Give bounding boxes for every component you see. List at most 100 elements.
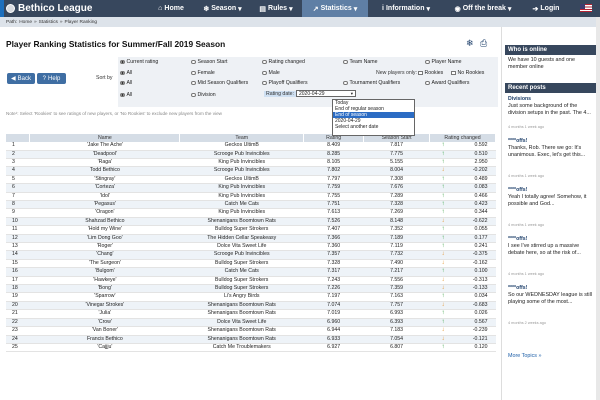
sort-player-name[interactable]: Player Name bbox=[425, 59, 461, 65]
back-button[interactable]: ◀ Back bbox=[7, 73, 35, 84]
team-cell[interactable]: Bulldog Super Strokers bbox=[179, 225, 304, 235]
player-name-cell[interactable]: 'Crow' bbox=[29, 318, 180, 328]
radio[interactable] bbox=[262, 80, 267, 86]
team-cell[interactable]: Shenanigans Boomtown Rats bbox=[179, 335, 304, 344]
player-name-cell[interactable]: 'Oragon' bbox=[29, 208, 180, 218]
player-name-cell[interactable]: Todd Bethico bbox=[29, 166, 180, 176]
player-name-cell[interactable]: 'Hold my Wine' bbox=[29, 225, 180, 235]
qualifier-playoff[interactable]: Playoff Qualifiers bbox=[262, 80, 308, 86]
player-name-cell[interactable]: 'The Surgeon' bbox=[29, 259, 180, 269]
nav-home[interactable]: ⌂ Home bbox=[150, 0, 192, 17]
team-cell[interactable]: Scrooge Pub Invincibles bbox=[179, 166, 304, 176]
player-name-cell[interactable]: 'Bong' bbox=[29, 284, 180, 294]
qualifier-tournament[interactable]: Tournament Qualifiers bbox=[343, 80, 400, 86]
post-title[interactable]: Divisions bbox=[508, 96, 531, 102]
radio[interactable] bbox=[262, 59, 267, 65]
team-cell[interactable]: Geckos UltimB bbox=[179, 175, 304, 185]
nav-off-the-break[interactable]: ◉ Off the break ▾ bbox=[444, 0, 522, 17]
sort-rating-changed[interactable]: Rating changed bbox=[262, 59, 305, 65]
player-name-cell[interactable]: 'Hawkeye' bbox=[29, 276, 180, 286]
checkbox[interactable] bbox=[418, 70, 423, 76]
nav-information[interactable]: i Information ▾ bbox=[370, 0, 442, 17]
team-cell[interactable]: Shenanigans Boomtown Rats bbox=[179, 217, 304, 227]
team-cell[interactable]: Shenanigans Boomtown Rats bbox=[179, 301, 304, 311]
team-cell[interactable]: Li's Angry Birds bbox=[179, 292, 304, 302]
team-cell[interactable]: Scrooge Pub Invincibles bbox=[179, 150, 304, 160]
rating-date-select[interactable]: 2020-04-29 ▾ bbox=[296, 90, 356, 97]
post-title[interactable]: ****offs! bbox=[508, 285, 527, 291]
player-name-cell[interactable]: 'Van Boner' bbox=[29, 326, 180, 336]
breadcrumb-statistics[interactable]: Statistics bbox=[39, 20, 58, 25]
qualifier-mid-season[interactable]: Mid Season Qualifiers bbox=[191, 80, 248, 86]
team-cell[interactable]: King Pub Invincibles bbox=[179, 208, 304, 218]
qualifier-award[interactable]: Award Qualifiers bbox=[425, 80, 469, 86]
help-button[interactable]: ? Help bbox=[37, 73, 66, 84]
player-name-cell[interactable]: 'Lim Dong Goo' bbox=[29, 234, 180, 244]
radio-selected[interactable] bbox=[120, 59, 125, 65]
player-name-cell[interactable]: 'Pegasus' bbox=[29, 200, 180, 210]
radio-selected[interactable] bbox=[120, 70, 125, 76]
team-cell[interactable]: King Pub Invincibles bbox=[179, 158, 304, 168]
radio[interactable] bbox=[343, 80, 348, 86]
team-cell[interactable]: Shenanigans Boomtown Rats bbox=[179, 326, 304, 336]
checkbox[interactable] bbox=[451, 70, 456, 76]
radio[interactable] bbox=[262, 70, 267, 76]
player-name-cell[interactable]: 'Idol' bbox=[29, 192, 180, 202]
radio[interactable] bbox=[425, 59, 430, 65]
sort-team-name[interactable]: Team Name bbox=[343, 59, 377, 65]
breadcrumb-home[interactable]: Home bbox=[19, 20, 32, 25]
team-cell[interactable]: Scrooge Pub Invincibles bbox=[179, 250, 304, 260]
rookies-checkbox[interactable]: Rookies bbox=[418, 70, 443, 76]
radio[interactable] bbox=[191, 92, 196, 98]
player-name-cell[interactable]: 'Stingray' bbox=[29, 175, 180, 185]
date-option[interactable]: Select another date bbox=[333, 124, 414, 130]
more-topics-link[interactable]: More Topics » bbox=[508, 353, 541, 359]
header-team[interactable]: Team bbox=[179, 134, 305, 142]
team-cell[interactable]: Catch Me Cats bbox=[179, 200, 304, 210]
header-name[interactable]: Name bbox=[29, 134, 181, 142]
player-name-cell[interactable]: 'Roger' bbox=[29, 242, 180, 252]
team-cell[interactable]: Bulldog Super Strokers bbox=[179, 276, 304, 286]
player-name-cell[interactable]: 'Julia' bbox=[29, 309, 180, 319]
player-name-cell[interactable]: 'Cajjju' bbox=[29, 343, 180, 353]
nav-statistics[interactable]: ↗ Statistics ▾ bbox=[302, 0, 368, 17]
team-cell[interactable]: Catch Me Cats bbox=[179, 267, 304, 277]
radio[interactable] bbox=[343, 59, 348, 65]
team-cell[interactable]: King Pub Invincibles bbox=[179, 183, 304, 193]
nav-rules[interactable]: ▤ Rules ▾ bbox=[252, 0, 300, 17]
player-name-cell[interactable]: 'Deadpool' bbox=[29, 150, 180, 160]
player-name-cell[interactable]: 'Raga' bbox=[29, 158, 180, 168]
team-cell[interactable]: Bulldog Super Strokers bbox=[179, 259, 304, 269]
team-cell[interactable]: Catch Me Troublemakers bbox=[179, 343, 304, 353]
post-title[interactable]: ****offs! bbox=[508, 187, 527, 193]
player-name-cell[interactable]: Francis Bethico bbox=[29, 335, 180, 344]
nav-login[interactable]: ➔ Login bbox=[526, 0, 566, 17]
radio[interactable] bbox=[191, 70, 196, 76]
team-cell[interactable]: Geckos UltimB bbox=[179, 142, 304, 151]
post-title[interactable]: ****offs! bbox=[508, 236, 527, 242]
radio-selected[interactable] bbox=[120, 92, 125, 98]
radio[interactable] bbox=[191, 59, 196, 65]
division-all[interactable]: All bbox=[120, 92, 132, 98]
team-cell[interactable]: Dolce Vita Sweet Life bbox=[179, 242, 304, 252]
team-cell[interactable]: King Pub Invincibles bbox=[179, 192, 304, 202]
gender-male[interactable]: Male bbox=[262, 70, 280, 76]
sort-current-rating[interactable]: Current rating bbox=[120, 59, 158, 65]
nav-season[interactable]: ❄ Season ▾ bbox=[195, 0, 250, 17]
print-icon[interactable]: ⎙ bbox=[480, 38, 487, 49]
page-scrollbar[interactable] bbox=[596, 17, 600, 400]
sort-season-start[interactable]: Season Start bbox=[191, 59, 228, 65]
team-cell[interactable]: Bulldog Super Strokers bbox=[179, 284, 304, 294]
rating-date-dropdown[interactable]: Today End of regular season End of seaso… bbox=[332, 99, 415, 136]
header-rating-changed[interactable]: Rating changed bbox=[429, 134, 496, 142]
player-name-cell[interactable]: 'Bulgom' bbox=[29, 267, 180, 277]
player-name-cell[interactable]: 'Vinegar Strokes' bbox=[29, 301, 180, 311]
player-name-cell[interactable]: Shahzad Bethico bbox=[29, 217, 180, 227]
radio[interactable] bbox=[191, 80, 196, 86]
radio[interactable] bbox=[425, 80, 430, 86]
player-name-cell[interactable]: 'Corteza' bbox=[29, 183, 180, 193]
post-title[interactable]: ****offs! bbox=[508, 138, 527, 144]
header-rank[interactable] bbox=[6, 134, 31, 142]
snowflake-icon[interactable]: ❄ bbox=[466, 38, 474, 49]
radio-selected[interactable] bbox=[120, 80, 125, 86]
